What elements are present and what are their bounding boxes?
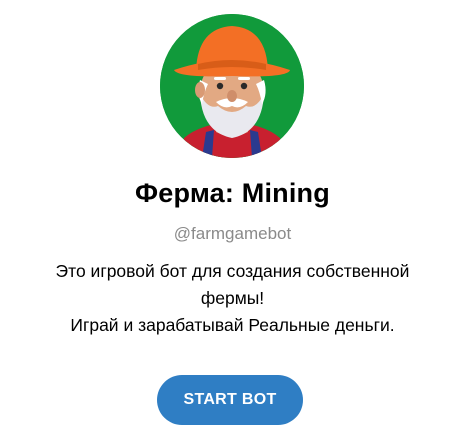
bot-description-line: Играй и зарабатывай Реальные деньги. [70, 315, 395, 335]
bot-username: @farmgamebot [173, 224, 292, 243]
bot-description-line: Это игровой бот для создания собственной [55, 261, 410, 281]
start-bot-button[interactable]: START BOT [157, 375, 303, 425]
bot-description: Это игровой бот для создания собственной… [20, 258, 445, 339]
farmer-avatar-icon [160, 14, 304, 158]
bot-avatar [160, 14, 304, 158]
bot-profile-card: Ферма: Mining @farmgamebot Это игровой б… [0, 0, 465, 435]
bot-description-line: фермы! [200, 288, 265, 308]
bot-name: Ферма: Mining [135, 178, 330, 208]
